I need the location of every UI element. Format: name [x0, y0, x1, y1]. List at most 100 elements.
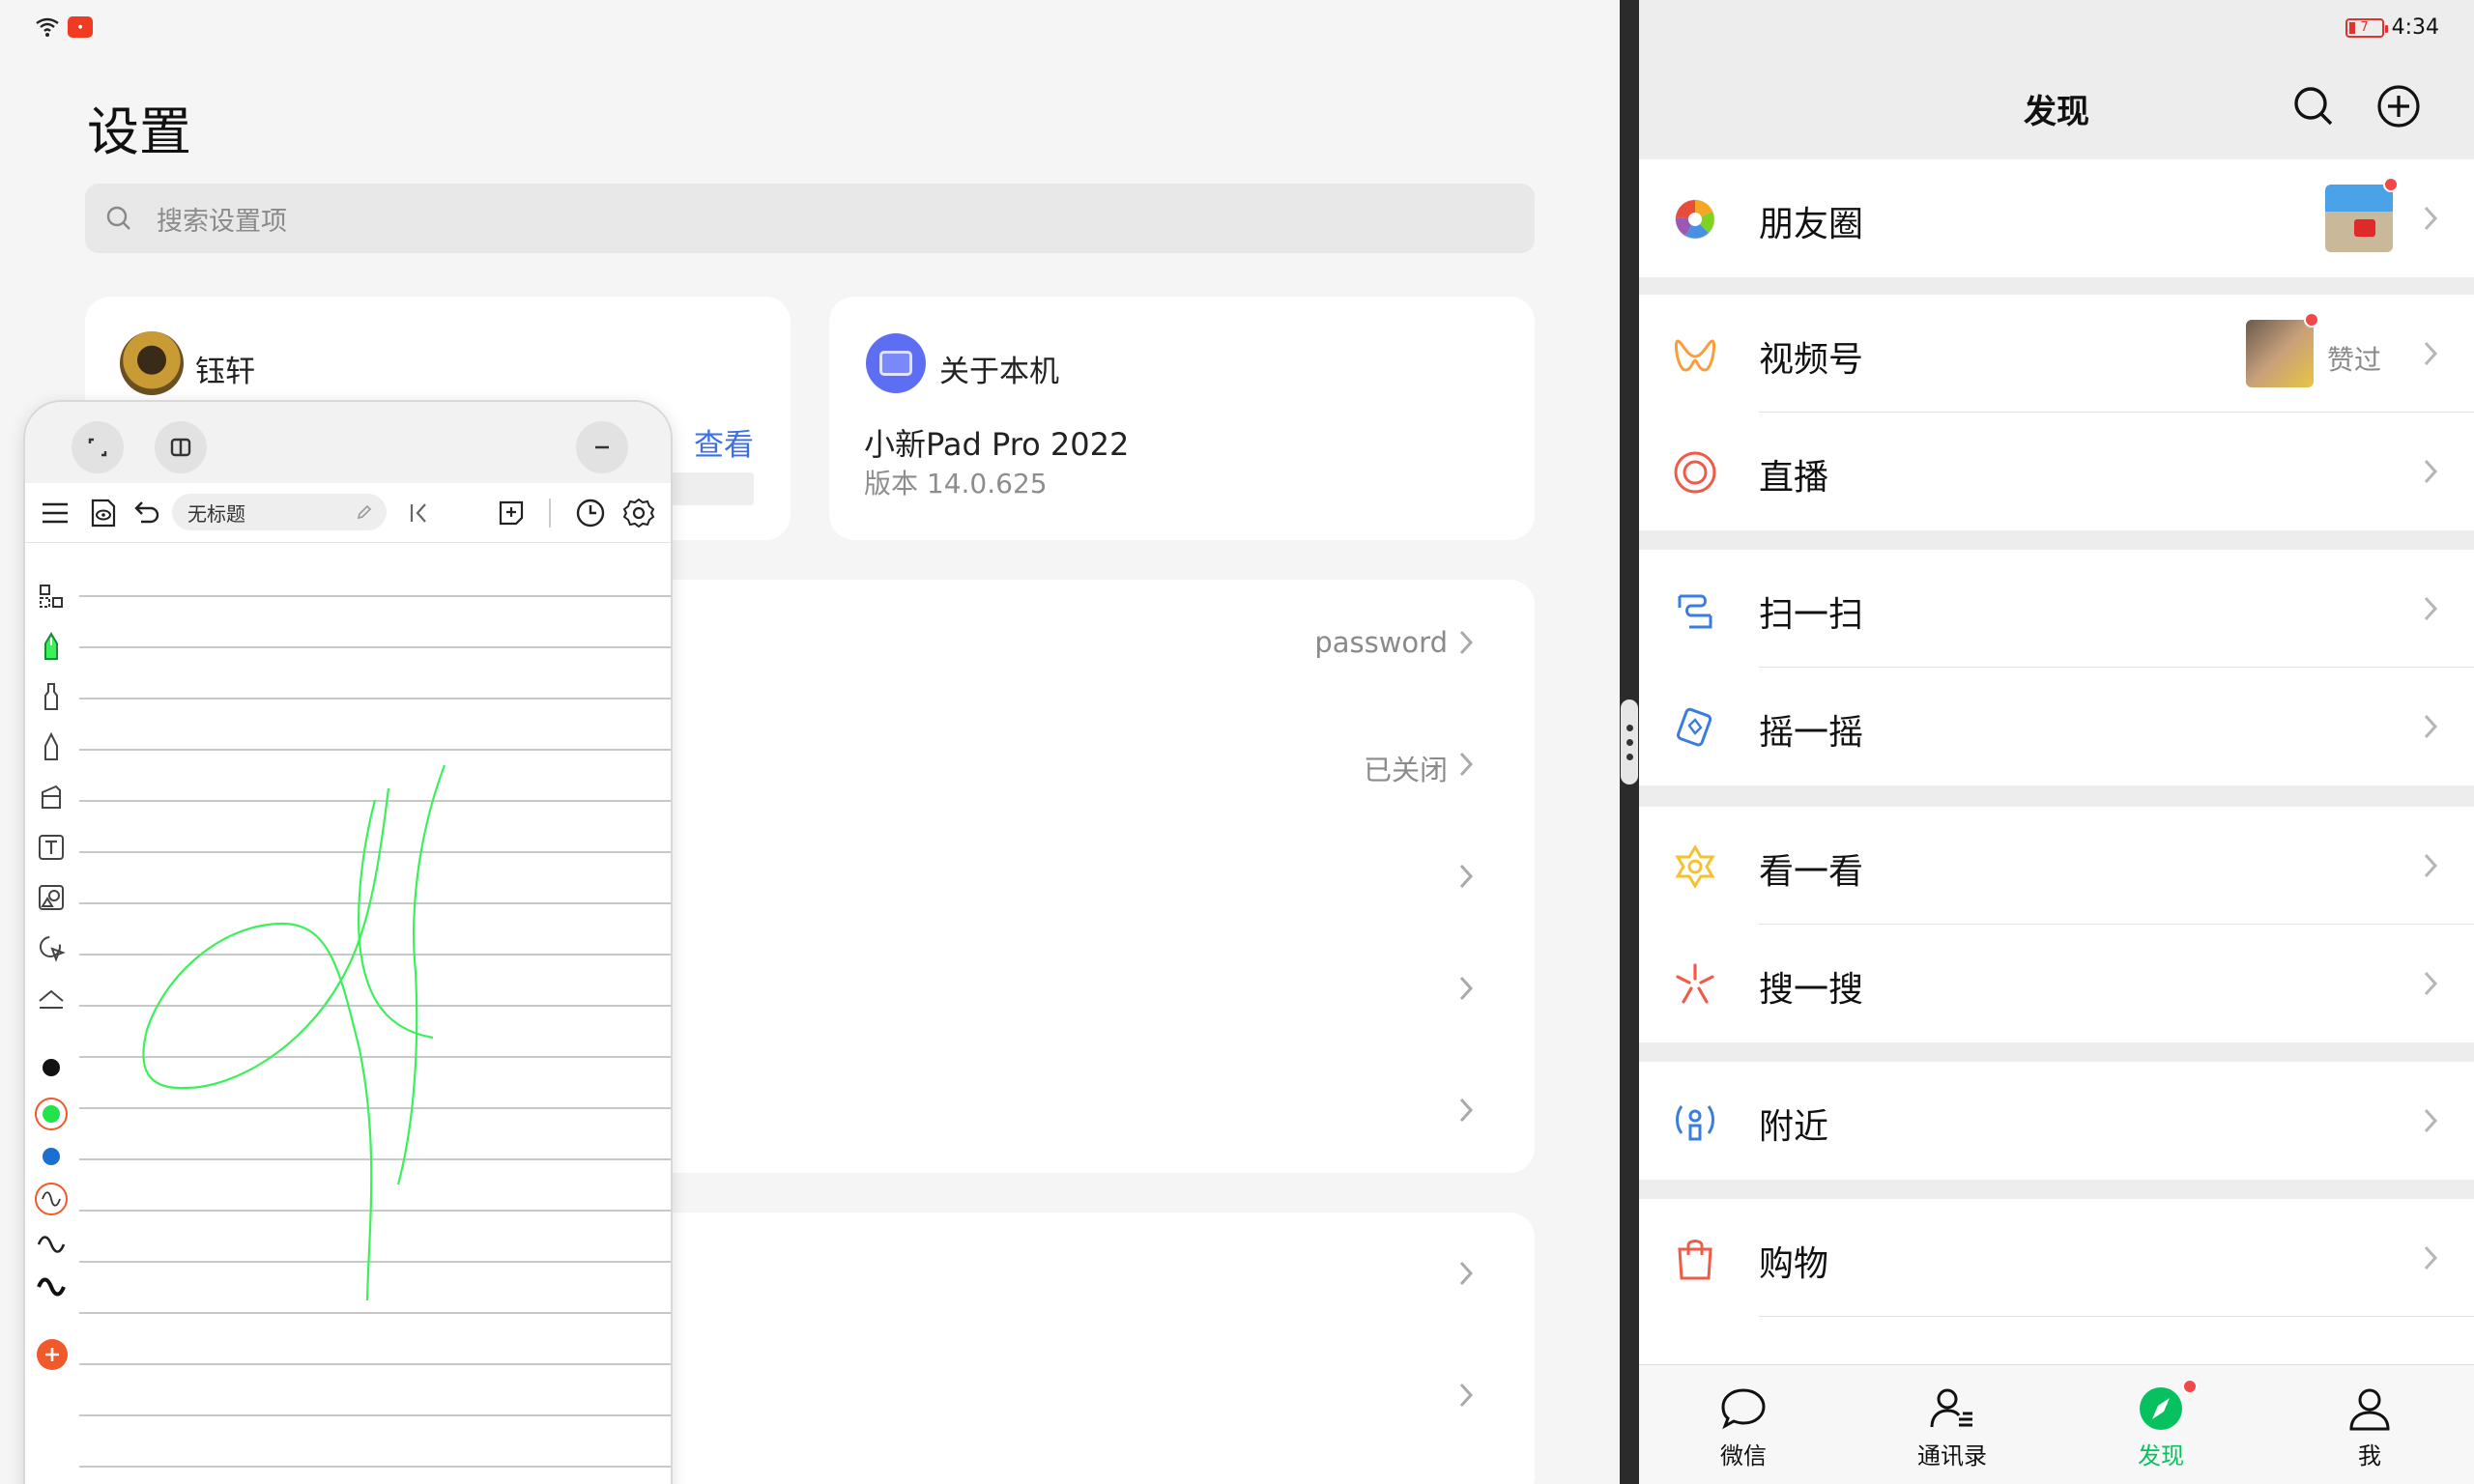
split-view-button[interactable]	[155, 421, 207, 473]
view-account-link[interactable]: 查看	[694, 420, 754, 464]
settings-search-input[interactable]: 搜索设置项	[85, 184, 1535, 253]
minus-icon	[595, 445, 609, 449]
chevron-right-icon[interactable]	[1457, 628, 1475, 657]
pencil-icon	[357, 504, 372, 520]
chevron-right-icon[interactable]	[1457, 862, 1475, 891]
contacts-icon	[1930, 1388, 1972, 1428]
discover-item-live[interactable]: 直播	[1639, 413, 2474, 530]
wifi-icon	[36, 17, 59, 37]
wave-thin-icon	[42, 1191, 61, 1207]
expand-icon	[88, 438, 107, 457]
text-tool-icon[interactable]	[37, 833, 66, 862]
discover-item-label: 看一看	[1759, 852, 1864, 892]
gear-icon[interactable]	[622, 497, 655, 529]
chevron-right-icon	[2424, 714, 2438, 739]
laser-pointer-icon[interactable]	[37, 933, 66, 962]
color-blue-swatch[interactable]	[43, 1148, 60, 1165]
chevron-right-icon[interactable]	[1457, 1096, 1475, 1125]
stroke-thin-selected[interactable]	[35, 1183, 68, 1215]
chevron-right-icon	[2424, 853, 2438, 878]
color-black-swatch[interactable]	[43, 1059, 60, 1076]
handwriting-stroke	[142, 764, 446, 1301]
wechat-app: 7 4:34 发现 朋友圈 视频号 赞过 直播 扫一扫 摇一摇 看一看 搜一搜 …	[1639, 0, 2474, 1484]
tab-chats[interactable]: 微信	[1685, 1383, 1801, 1470]
chevron-right-icon	[2424, 596, 2438, 621]
search-icon	[106, 206, 130, 230]
live-icon	[1674, 451, 1716, 494]
account-name: 钰轩	[195, 355, 255, 389]
chevron-right-icon	[2424, 459, 2438, 484]
lasso-select-icon[interactable]	[37, 582, 66, 611]
collapse-left-icon[interactable]	[402, 497, 435, 529]
discover-item-moments[interactable]: 朋友圈	[1639, 159, 2474, 277]
moments-icon	[1675, 199, 1715, 240]
search-icon[interactable]	[2290, 83, 2337, 129]
tab-me[interactable]: 我	[2312, 1383, 2428, 1470]
discover-tab-dot	[2182, 1379, 2198, 1394]
about-device-card[interactable]: 关于本机 小新Pad Pro 2022 版本 14.0.625	[829, 297, 1535, 540]
add-circle-icon[interactable]	[2375, 83, 2422, 129]
note-title-input[interactable]: 无标题	[172, 494, 387, 530]
discover-item-label: 直播	[1759, 458, 1829, 498]
channels-thumbnail	[2246, 320, 2314, 387]
discover-item-search[interactable]: 搜一搜	[1639, 925, 2474, 1042]
wave-medium-icon[interactable]	[37, 1233, 66, 1256]
search-discover-icon	[1676, 963, 1714, 1004]
fullscreen-button[interactable]	[72, 421, 124, 473]
add-tool-button[interactable]	[37, 1339, 68, 1370]
notes-floating-window[interactable]: 无标题	[23, 400, 673, 1484]
brush-pen-icon[interactable]	[37, 682, 66, 711]
wave-thick-icon[interactable]	[37, 1275, 66, 1298]
discover-item-nearby[interactable]: 附近	[1639, 1062, 2474, 1180]
pencil-tool-icon[interactable]	[37, 732, 66, 761]
settings-row-value: password	[1314, 626, 1448, 659]
fountain-pen-icon[interactable]	[37, 632, 66, 661]
discover-item-channels[interactable]: 视频号 赞过	[1639, 295, 2474, 413]
shape-tool-icon[interactable]	[37, 883, 66, 912]
chevron-right-icon[interactable]	[1457, 1259, 1475, 1288]
undo-icon[interactable]	[129, 497, 162, 529]
discover-item-top-stories[interactable]: 看一看	[1639, 807, 2474, 925]
discover-item-scan[interactable]: 扫一扫	[1639, 550, 2474, 668]
window-titlebar[interactable]	[25, 402, 671, 483]
chevron-right-icon	[2424, 1108, 2438, 1133]
device-version: 版本 14.0.625	[864, 468, 1048, 499]
chevron-right-icon[interactable]	[1457, 1381, 1475, 1410]
read-mode-icon[interactable]	[87, 497, 120, 529]
moments-thumbnail	[2325, 185, 2393, 252]
color-green-dot	[43, 1105, 60, 1123]
split-drag-handle[interactable]	[1621, 699, 1638, 785]
tab-label: 通讯录	[1917, 1442, 1987, 1470]
top-stories-icon	[1675, 844, 1715, 889]
tab-contacts[interactable]: 通讯录	[1894, 1383, 2010, 1470]
nearby-icon	[1676, 1105, 1714, 1141]
ruler-icon[interactable]	[37, 984, 66, 1013]
shopping-icon	[1678, 1240, 1712, 1280]
history-icon[interactable]	[574, 497, 607, 529]
menu-icon[interactable]	[39, 497, 72, 529]
tab-discover[interactable]: 发现	[2103, 1379, 2219, 1470]
chevron-right-icon[interactable]	[1457, 974, 1475, 1003]
status-bar-right: 7 4:34	[2345, 15, 2439, 40]
eraser-icon[interactable]	[37, 783, 66, 812]
channels-icon	[1674, 339, 1716, 372]
add-page-icon[interactable]	[495, 497, 528, 529]
color-green-swatch-selected[interactable]	[35, 1098, 68, 1130]
tab-label: 发现	[2138, 1442, 2184, 1470]
chat-icon	[1721, 1388, 1766, 1430]
page-title: 发现	[2024, 93, 2089, 131]
avatar	[120, 331, 184, 395]
tab-label: 我	[2358, 1442, 2381, 1470]
chevron-right-icon[interactable]	[1457, 750, 1475, 779]
discover-item-label: 摇一摇	[1759, 713, 1864, 753]
minimize-button[interactable]	[576, 421, 628, 473]
app-notification-icon: ●	[68, 16, 93, 38]
about-device-title: 关于本机	[939, 355, 1059, 389]
discover-item-shopping[interactable]: 购物	[1639, 1199, 2474, 1317]
discover-item-label: 搜一搜	[1759, 970, 1864, 1010]
shake-icon	[1676, 707, 1712, 747]
discover-item-shake[interactable]: 摇一摇	[1639, 668, 2474, 785]
status-bar-left: ●	[35, 15, 93, 39]
ruled-note-canvas[interactable]	[79, 547, 671, 1484]
discover-icon	[2140, 1387, 2182, 1430]
